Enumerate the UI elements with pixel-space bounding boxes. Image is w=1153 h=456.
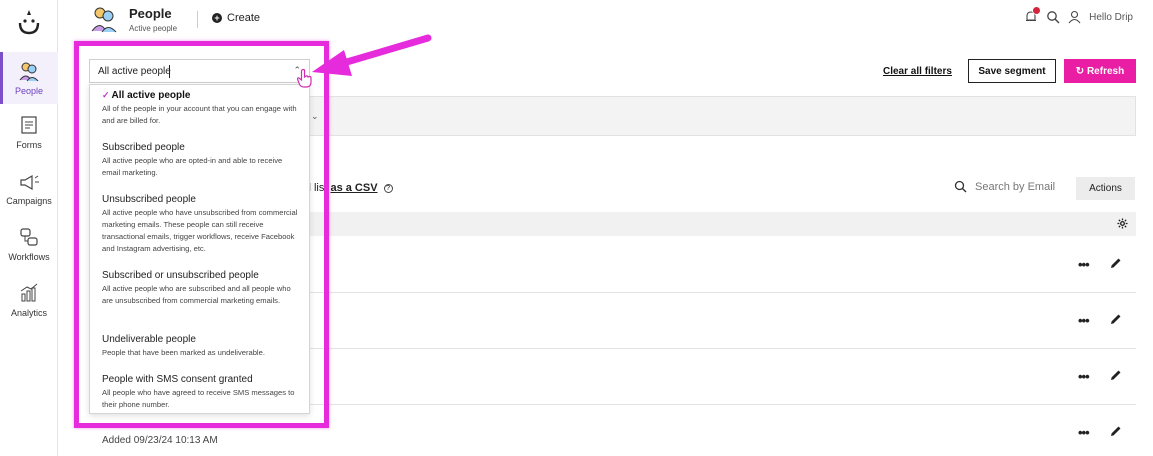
option-title: Subscribed or unsubscribed people	[102, 270, 259, 281]
nav-label-people: People	[14, 86, 44, 96]
refresh-icon: ↻	[1075, 65, 1087, 77]
create-button[interactable]: + Create	[212, 12, 260, 24]
pencil-icon[interactable]	[1110, 257, 1122, 269]
plus-circle-icon: +	[212, 13, 222, 23]
megaphone-icon	[20, 174, 39, 191]
option-description: All active people who are opted-in and a…	[102, 156, 283, 177]
more-options-icon[interactable]: •••	[1078, 257, 1090, 272]
segment-dropdown-menu: ✓ All active people All of the people in …	[89, 84, 310, 414]
nav-label-analytics: Analytics	[10, 308, 47, 318]
people-avatar-icon	[91, 7, 117, 33]
clear-all-filters-link[interactable]: Clear all filters	[883, 66, 952, 77]
gear-icon[interactable]	[1117, 218, 1128, 229]
segment-select[interactable]: All active people ⌃	[89, 59, 310, 83]
search-email-icon	[954, 180, 967, 193]
option-title: Undeliverable people	[102, 334, 196, 345]
help-icon[interactable]: ?	[383, 184, 393, 193]
nav-label-campaigns: Campaigns	[6, 196, 52, 206]
header-right: Hello Drip	[1024, 6, 1133, 24]
more-options-icon[interactable]: •••	[1078, 313, 1090, 328]
option-title: Unsubscribed people	[102, 194, 196, 205]
nav-item-analytics[interactable]: Analytics	[0, 282, 58, 334]
page-subtitle: Active people	[129, 24, 178, 33]
row-added: Added 09/23/24 10:13 AM	[102, 435, 218, 446]
nav-item-campaigns[interactable]: Campaigns	[0, 170, 58, 222]
refresh-button[interactable]: ↻ Refresh	[1064, 59, 1136, 83]
text-cursor	[169, 65, 170, 78]
forms-icon	[21, 116, 37, 134]
chart-icon	[20, 283, 38, 302]
pencil-icon[interactable]	[1110, 313, 1122, 325]
check-icon: ✓	[102, 90, 110, 100]
nav-label-forms: Forms	[16, 140, 42, 150]
nav-label-workflows: Workflows	[8, 252, 50, 262]
search-icon[interactable]	[1046, 10, 1060, 24]
more-options-icon[interactable]: •••	[1078, 425, 1090, 440]
export-csv-link[interactable]: as a CSV	[330, 182, 377, 194]
nav-item-forms[interactable]: Forms	[0, 114, 58, 166]
segment-option-subscribed[interactable]: Subscribed people All active people who …	[102, 142, 302, 179]
notifications-button[interactable]	[1024, 6, 1042, 24]
notification-badge	[1032, 6, 1042, 15]
refresh-label: Refresh	[1086, 65, 1125, 77]
pencil-icon[interactable]	[1110, 369, 1122, 381]
user-greeting[interactable]: Hello Drip	[1089, 12, 1133, 23]
option-title: All active people	[111, 90, 191, 101]
page-header: People Active people + Create Hello Drip	[58, 0, 1153, 42]
user-icon[interactable]	[1068, 10, 1081, 24]
option-description: All of the people in your account that y…	[102, 104, 297, 125]
email-search	[954, 180, 1085, 193]
page-title: People	[129, 6, 172, 21]
create-label: Create	[227, 12, 261, 24]
segment-select-value: All active people	[98, 66, 171, 77]
export-csv-text: ll list as a CSV ?	[306, 182, 393, 194]
chevron-down-icon[interactable]: ⌄	[311, 111, 319, 122]
option-title: People with SMS consent granted	[102, 374, 253, 385]
people-icon	[19, 62, 39, 82]
segment-option-all-active[interactable]: ✓ All active people All of the people in …	[102, 90, 302, 127]
nav-item-people[interactable]: People	[0, 52, 58, 104]
segment-option-sms-consent[interactable]: People with SMS consent granted All peop…	[102, 374, 302, 411]
segment-option-unsubscribed[interactable]: Unsubscribed people All active people wh…	[102, 194, 302, 255]
pencil-icon[interactable]	[1110, 425, 1122, 437]
option-description: People that have been marked as undelive…	[102, 348, 265, 357]
actions-button[interactable]: Actions	[1076, 177, 1135, 200]
option-description: All active people who are subscribed and…	[102, 284, 291, 305]
option-title: Subscribed people	[102, 142, 185, 153]
segment-option-undeliverable[interactable]: Undeliverable people People that have be…	[102, 334, 302, 359]
option-description: All people who have agreed to receive SM…	[102, 388, 295, 409]
header-divider	[197, 11, 198, 28]
drip-logo-icon[interactable]	[16, 8, 42, 36]
search-by-email-input[interactable]	[975, 180, 1085, 193]
nav-item-workflows[interactable]: Workflows	[0, 226, 58, 278]
side-nav: People Forms Campaigns Workflows Analyti…	[0, 0, 58, 456]
more-options-icon[interactable]: •••	[1078, 369, 1090, 384]
segment-option-subscribed-or-unsubscribed[interactable]: Subscribed or unsubscribed people All ac…	[102, 270, 302, 307]
workflow-icon	[20, 228, 38, 246]
option-description: All active people who have unsubscribed …	[102, 208, 298, 253]
chevron-up-icon[interactable]: ⌃	[293, 65, 301, 76]
save-segment-button[interactable]: Save segment	[968, 59, 1056, 83]
